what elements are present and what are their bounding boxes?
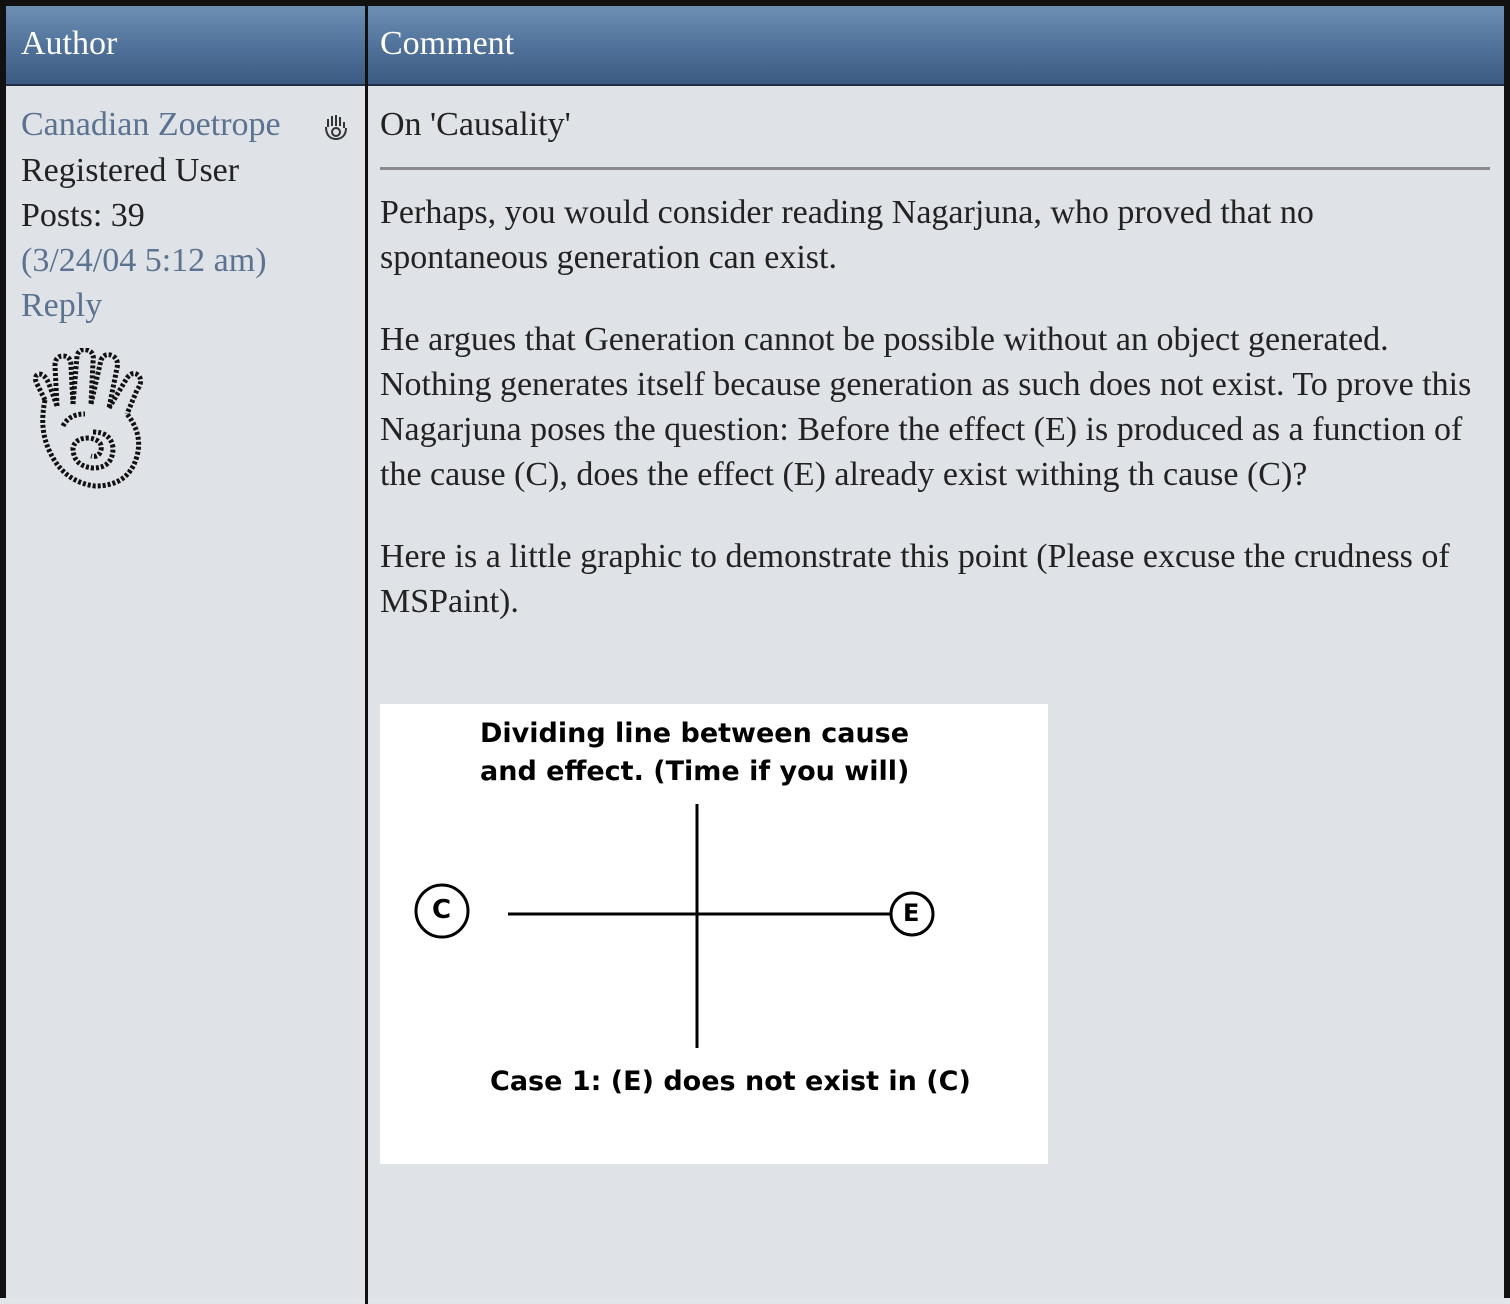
cause-label: C [432, 895, 452, 925]
post-paragraph: Here is a little graphic to demonstrate … [380, 538, 1450, 620]
diagram-title-line-1: Dividing line between cause [480, 718, 910, 749]
diagram-caption: Case 1: (E) does not exist in (C) [490, 1066, 971, 1097]
author-name-link[interactable]: Canadian Zoetrope [21, 106, 281, 143]
reply-link[interactable]: Reply [21, 283, 356, 328]
post-timestamp-link[interactable]: (3/24/04 5:12 am) [21, 238, 356, 283]
author-panel: Canadian Zoetrope Registered User Posts:… [21, 102, 356, 510]
column-divider [365, 6, 368, 1304]
subject-divider [380, 167, 1490, 170]
author-column-header: Author [21, 25, 118, 62]
forum-thread-table: Author Comment Canadian Zoetrope Registe… [0, 0, 1510, 1304]
post-body: On 'Causality' Perhaps, you would consid… [380, 102, 1490, 624]
post-paragraph: Perhaps, you would consider reading Naga… [380, 194, 1314, 276]
comment-column-header: Comment [380, 25, 515, 62]
diagram-title-line-2: and effect. (Time if you will) [480, 756, 910, 787]
table-header: Author Comment [6, 6, 1504, 86]
spiral-hand-avatar [23, 347, 356, 510]
hand-icon [323, 108, 349, 153]
post-subject: On 'Causality' [380, 106, 571, 143]
post-paragraph: He argues that Generation cannot be poss… [380, 321, 1472, 493]
author-role: Registered User [21, 152, 240, 189]
effect-label: E [903, 899, 920, 927]
causality-diagram: Dividing line between cause and effect. … [380, 704, 1048, 1164]
author-post-count: Posts: 39 [21, 197, 145, 234]
